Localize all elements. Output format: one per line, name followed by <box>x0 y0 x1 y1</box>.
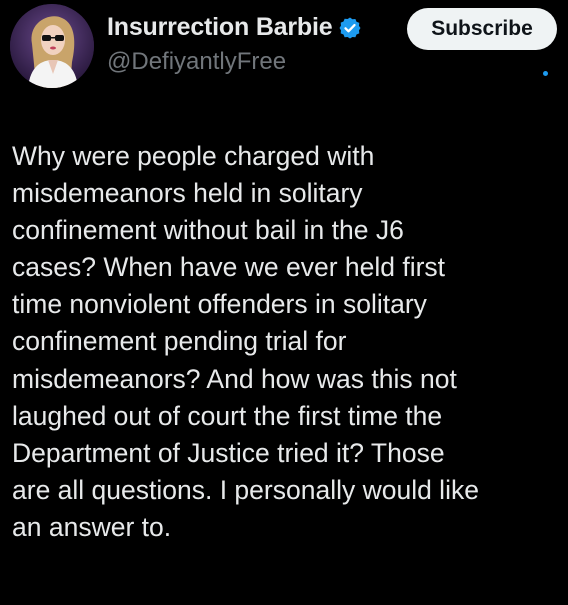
subscribe-button[interactable]: Subscribe <box>407 8 557 50</box>
tweet-header: Insurrection Barbie @DefiyantlyFree Subs… <box>0 0 568 100</box>
avatar[interactable] <box>10 4 94 88</box>
verified-badge-icon <box>339 17 361 38</box>
avatar-woman-sunglasses-icon <box>10 4 94 88</box>
indicator-dot <box>543 71 548 76</box>
handle[interactable]: @DefiyantlyFree <box>107 48 286 76</box>
display-name[interactable]: Insurrection Barbie <box>107 13 333 42</box>
name-row: Insurrection Barbie <box>107 13 362 42</box>
tweet-text: Why were people charged with misdemeanor… <box>12 141 479 542</box>
